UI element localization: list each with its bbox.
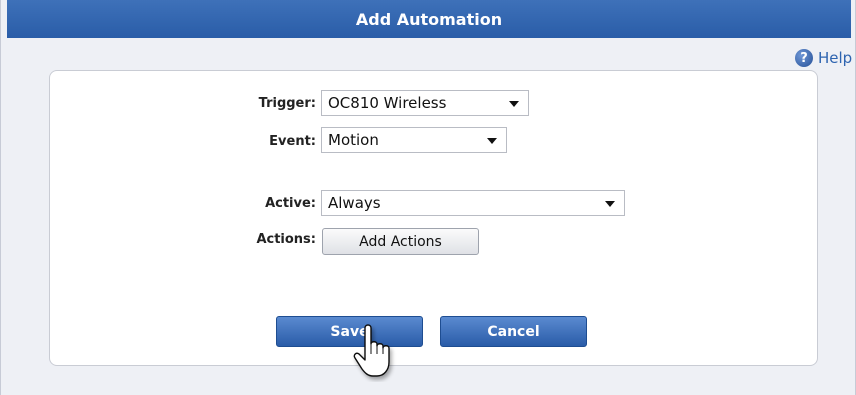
hand-pointer-icon	[353, 324, 390, 377]
event-label: Event:	[269, 134, 316, 149]
cancel-button-label: Cancel	[487, 323, 540, 340]
event-select[interactable]: Motion	[321, 127, 507, 153]
actions-label: Actions:	[256, 232, 316, 247]
chevron-down-icon	[509, 101, 519, 107]
dialog-title: Add Automation	[355, 9, 503, 29]
add-actions-button-label: Add Actions	[359, 233, 442, 250]
chevron-down-icon	[605, 201, 615, 207]
help-label: Help	[818, 49, 853, 67]
cancel-button[interactable]: Cancel	[440, 316, 587, 347]
add-actions-button[interactable]: Add Actions	[322, 228, 479, 255]
trigger-select[interactable]: OC810 Wireless	[321, 90, 529, 116]
event-select-value: Motion	[328, 131, 379, 149]
help-link[interactable]: ? Help	[795, 47, 852, 69]
active-select[interactable]: Always	[321, 190, 625, 216]
active-label: Active:	[265, 196, 316, 211]
trigger-label: Trigger:	[258, 96, 316, 111]
trigger-select-value: OC810 Wireless	[328, 94, 447, 112]
active-select-value: Always	[328, 194, 381, 212]
help-icon: ?	[795, 49, 813, 67]
dialog-title-bar: Add Automation	[7, 0, 851, 38]
chevron-down-icon	[487, 138, 497, 144]
add-automation-dialog: Add Automation ? Help Trigger: OC810 Wir…	[0, 0, 856, 395]
